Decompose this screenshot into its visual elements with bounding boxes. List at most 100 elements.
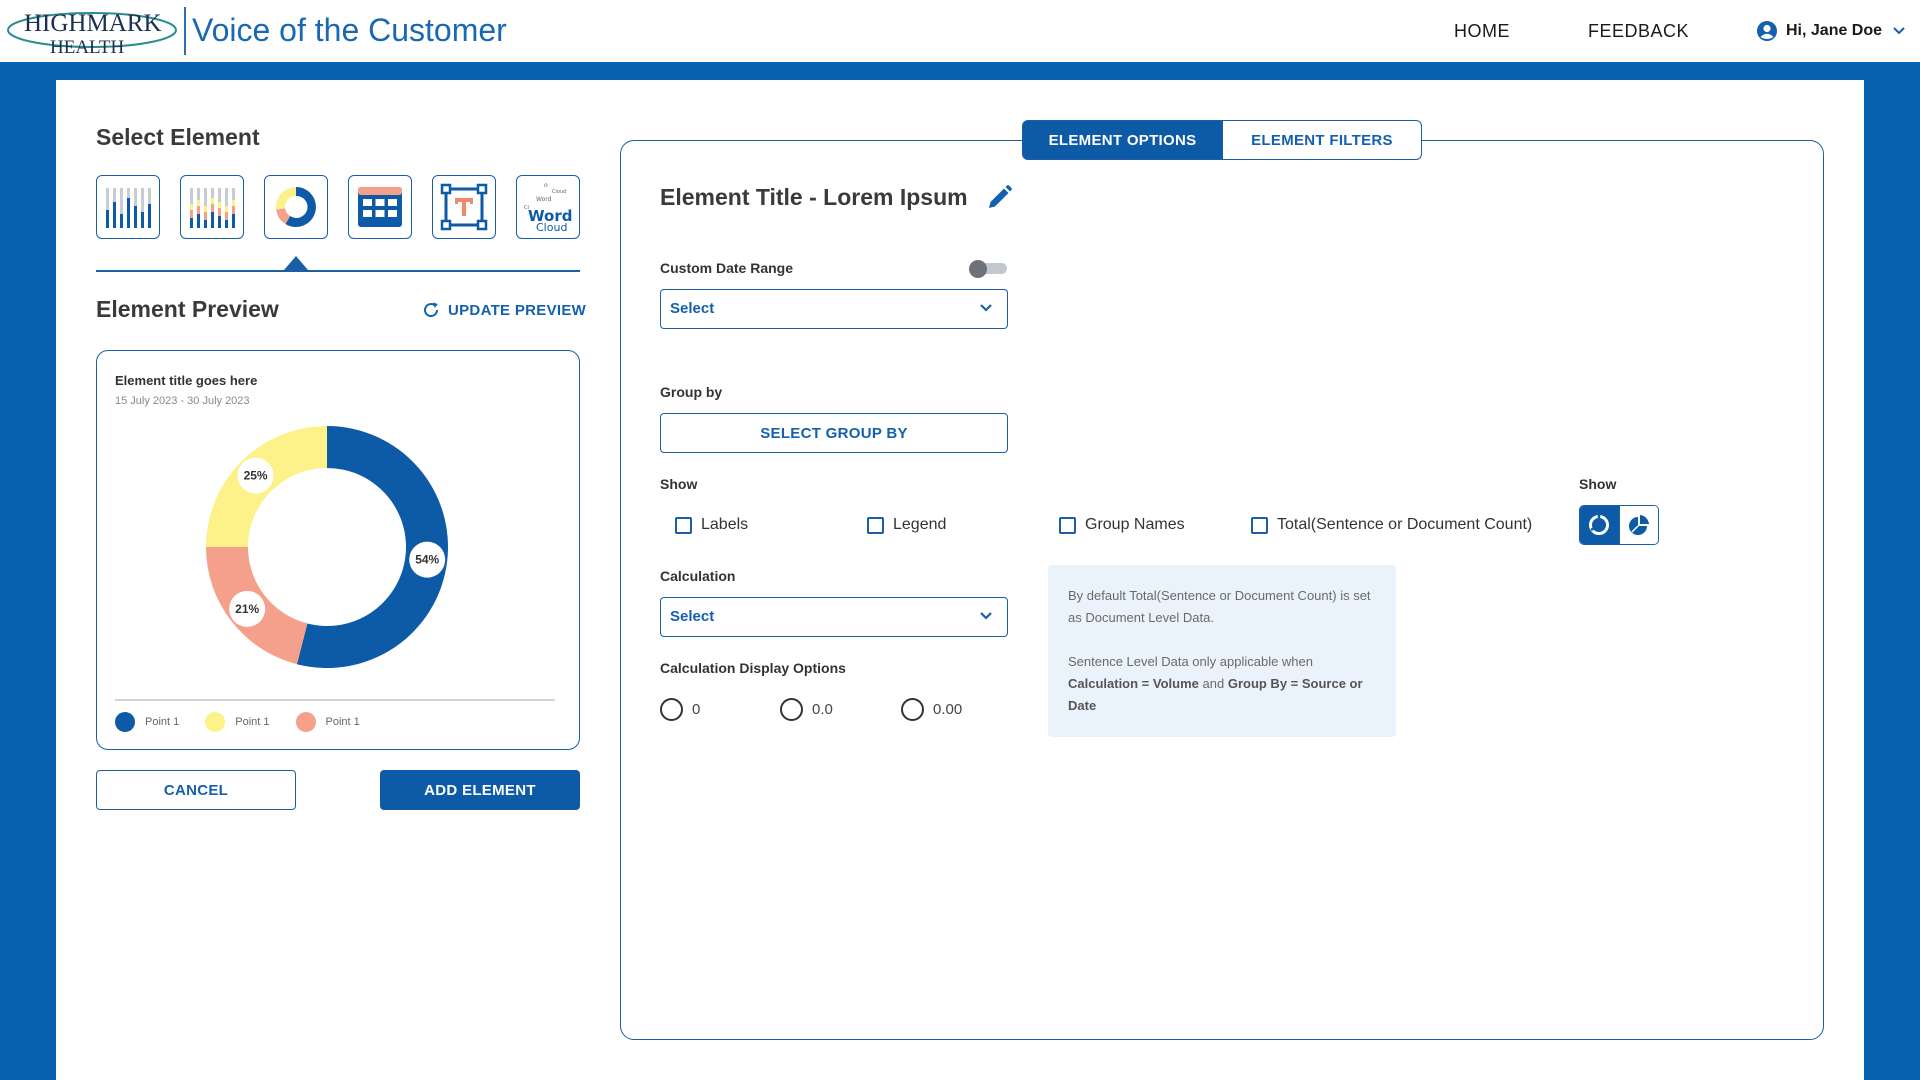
info-note: By default Total(Sentence or Document Co…: [1048, 565, 1396, 737]
info-note-prefix: Sentence Level Data only applicable when: [1068, 654, 1314, 669]
tab-element-options[interactable]: ELEMENT OPTIONS: [1022, 120, 1223, 160]
chevron-down-icon: [980, 304, 992, 312]
element-selector-underline: [96, 270, 580, 272]
element-title: Element Title - Lorem Ipsum: [660, 184, 968, 210]
donut-chart: 54% 21% 25%: [206, 426, 449, 668]
info-note-and: and: [1202, 676, 1225, 691]
custom-date-range-toggle[interactable]: [969, 260, 1009, 278]
logo-text-line1: HIGHMARK: [24, 10, 162, 37]
legend-swatch: [205, 712, 226, 732]
update-preview-button[interactable]: UPDATE PREVIEW: [422, 301, 586, 319]
element-type-stacked-bar-chart[interactable]: [180, 175, 244, 239]
info-note-calculation: Calculation = Volume: [1068, 676, 1199, 691]
date-range-select[interactable]: Select: [660, 289, 1008, 329]
legend-swatch: [115, 712, 135, 732]
checkbox-box: [867, 516, 884, 534]
radio-label: 0.0: [812, 701, 833, 718]
nav-feedback-link[interactable]: FEEDBACK: [1588, 21, 1689, 42]
calc-display-option-2[interactable]: 0.00: [901, 698, 962, 721]
show-legend-checkbox[interactable]: Legend: [867, 516, 946, 534]
custom-date-range-label: Custom Date Range: [660, 260, 794, 276]
slice-label: 25%: [244, 469, 268, 483]
element-type-word-cloud[interactable]: o Cloud Word Cl Word Cloud: [516, 175, 580, 239]
cancel-button[interactable]: CANCEL: [96, 770, 296, 810]
donut-style-icon: [1589, 514, 1610, 535]
show-labels-checkbox[interactable]: Labels: [675, 516, 748, 534]
element-type-table[interactable]: [348, 175, 412, 239]
date-range-select-value: Select: [670, 300, 715, 317]
calculation-select[interactable]: Select: [660, 597, 1008, 637]
show-total-checkbox[interactable]: Total(Sentence or Document Count): [1251, 516, 1532, 534]
calculation-display-options-label: Calculation Display Options: [660, 660, 846, 676]
checkbox-label: Group Names: [1085, 516, 1185, 533]
calculation-select-value: Select: [670, 608, 715, 625]
edit-pencil-icon[interactable]: [985, 184, 1013, 212]
radio-label: 0: [692, 701, 701, 718]
stacked-bar-chart-icon: [190, 188, 235, 228]
user-menu[interactable]: Hi, Jane Doe: [1756, 18, 1906, 44]
checkbox-label: Total(Sentence or Document Count): [1277, 516, 1533, 533]
show-label: Show: [660, 476, 698, 492]
radio-circle: [660, 698, 683, 721]
show-group-names-checkbox[interactable]: Group Names: [1059, 516, 1185, 534]
checkbox-box: [1059, 516, 1076, 534]
refresh-icon: [424, 302, 439, 318]
text-icon: [440, 183, 488, 231]
logo-text-line2: HEALTH: [50, 37, 125, 58]
select-element-title: Select Element: [96, 124, 260, 150]
element-preview-card: Element title goes here 15 July 2023 - 3…: [96, 350, 580, 750]
legend-item: Point 1: [295, 712, 360, 732]
radio-label: 0.00: [933, 701, 963, 718]
calc-display-option-0[interactable]: 0: [660, 698, 700, 721]
calc-display-option-1[interactable]: 0.0: [780, 698, 833, 721]
slice-label: 54%: [415, 553, 439, 567]
element-type-bar-chart[interactable]: [96, 175, 160, 239]
info-note-line2: Sentence Level Data only applicable when…: [1068, 651, 1376, 717]
element-type-donut-chart[interactable]: [264, 175, 328, 239]
show-chart-style-label: Show: [1579, 476, 1617, 492]
bar-chart-icon: [106, 188, 151, 228]
user-greeting: Hi, Jane Doe: [1786, 22, 1883, 39]
checkbox-box: [1251, 516, 1268, 534]
selected-element-indicator: [284, 256, 308, 270]
legend-label: Point 1: [145, 716, 180, 728]
word-cloud-cloud: Cloud: [536, 221, 567, 234]
add-element-button[interactable]: ADD ELEMENT: [380, 770, 580, 810]
chevron-down-icon: [1893, 27, 1905, 35]
group-by-label: Group by: [660, 384, 723, 400]
select-group-by-button[interactable]: SELECT GROUP BY: [660, 413, 1008, 453]
chart-legend: Point 1 Point 1 Point 1: [115, 712, 386, 732]
tab-element-filters[interactable]: ELEMENT FILTERS: [1222, 120, 1422, 160]
svg-text:Word: Word: [536, 196, 552, 203]
pie-style-option[interactable]: [1618, 506, 1658, 544]
legend-swatch: [295, 712, 316, 732]
toggle-knob: [969, 260, 987, 278]
user-account-icon: [1757, 21, 1777, 41]
element-type-text[interactable]: [432, 175, 496, 239]
svg-text:o: o: [544, 182, 548, 189]
legend-label: Point 1: [235, 716, 270, 728]
chart-style-toggle[interactable]: [1579, 505, 1659, 545]
highmark-health-logo[interactable]: HIGHMARK HEALTH: [6, 6, 182, 58]
nav-home-link[interactable]: HOME: [1454, 21, 1510, 42]
legend-item: Point 1: [205, 712, 270, 732]
legend-item: Point 1: [115, 712, 179, 732]
chevron-down-icon: [980, 612, 992, 620]
info-note-line1: By default Total(Sentence or Document Co…: [1068, 588, 1371, 625]
legend-label: Point 1: [325, 716, 360, 728]
checkbox-label: Legend: [893, 516, 947, 533]
slice-label: 21%: [235, 602, 259, 616]
table-icon: [358, 187, 402, 227]
donut-style-option[interactable]: [1580, 506, 1619, 544]
header-divider: [184, 7, 186, 55]
checkbox-box: [675, 516, 692, 534]
app-title: Voice of the Customer: [192, 12, 507, 48]
update-preview-label: UPDATE PREVIEW: [448, 301, 587, 319]
word-cloud-icon: o Cloud Word Cl Word Cloud: [524, 182, 572, 234]
pie-style-icon: [1628, 515, 1649, 535]
calculation-label: Calculation: [660, 568, 736, 584]
checkbox-label: Labels: [701, 516, 749, 533]
legend-divider: [115, 699, 555, 701]
svg-text:Cloud: Cloud: [552, 189, 566, 195]
element-preview-title: Element Preview: [96, 296, 279, 322]
